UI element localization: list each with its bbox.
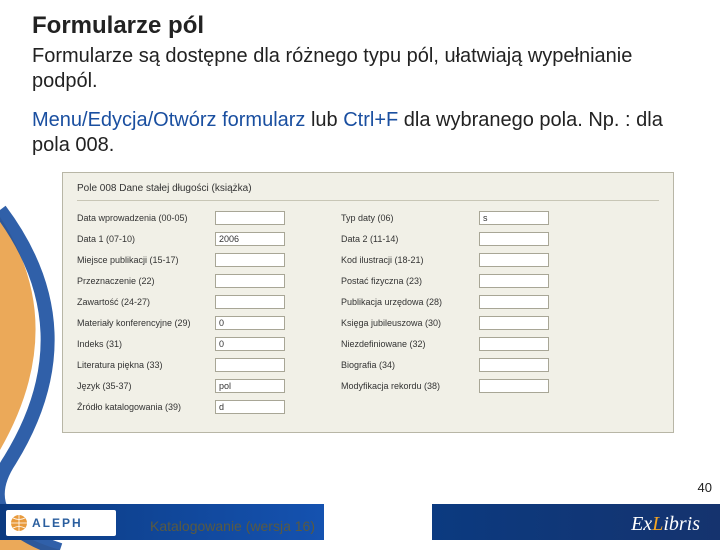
- field-input[interactable]: [215, 211, 285, 225]
- aleph-logo: ALEPH: [6, 510, 116, 536]
- field-label: Biografia (34): [341, 360, 471, 370]
- page-number: 40: [698, 480, 712, 495]
- field-input[interactable]: [215, 295, 285, 309]
- field-label: Indeks (31): [77, 339, 207, 349]
- field-input[interactable]: 2006: [215, 232, 285, 246]
- field-input[interactable]: s: [479, 211, 549, 225]
- exlibris-logo: ExLibris: [631, 513, 700, 536]
- field-label: Modyfikacja rekordu (38): [341, 381, 471, 391]
- field-label: Księga jubileuszowa (30): [341, 318, 471, 328]
- field-input[interactable]: d: [215, 400, 285, 414]
- field-label: Publikacja urzędowa (28): [341, 297, 471, 307]
- field-input[interactable]: 0: [215, 316, 285, 330]
- field-input[interactable]: pol: [215, 379, 285, 393]
- field-label: Niezdefiniowane (32): [341, 339, 471, 349]
- shortcut: Ctrl+F: [343, 109, 398, 131]
- field-input[interactable]: [479, 358, 549, 372]
- field-input[interactable]: [479, 253, 549, 267]
- field-input[interactable]: 0: [215, 337, 285, 351]
- field-label: Źródło katalogowania (39): [77, 402, 207, 412]
- field-label: Data wprowadzenia (00-05): [77, 213, 207, 223]
- field-label: Przeznaczenie (22): [77, 276, 207, 286]
- field-input[interactable]: [215, 274, 285, 288]
- form-grid: Data wprowadzenia (00-05)Typ daty (06)sD…: [77, 211, 659, 414]
- field-input[interactable]: [215, 253, 285, 267]
- field-input[interactable]: [479, 337, 549, 351]
- field-input[interactable]: [479, 274, 549, 288]
- field-label: Data 1 (07-10): [77, 234, 207, 244]
- form-panel: Pole 008 Dane stałej długości (książka) …: [62, 172, 674, 433]
- field-label: Materiały konferencyjne (29): [77, 318, 207, 328]
- field-label: Zawartość (24-27): [77, 297, 207, 307]
- field-label: Typ daty (06): [341, 213, 471, 223]
- globe-icon: [10, 514, 28, 532]
- field-label: Język (35-37): [77, 381, 207, 391]
- footer-text: Katalogowanie (wersja 16): [150, 518, 315, 534]
- field-input[interactable]: [215, 358, 285, 372]
- field-input[interactable]: [479, 316, 549, 330]
- field-label: Miejsce publikacji (15-17): [77, 255, 207, 265]
- slide-content: Formularze pól Formularze są dostępne dl…: [0, 0, 720, 433]
- field-input[interactable]: [479, 295, 549, 309]
- field-input[interactable]: [479, 232, 549, 246]
- slide-instruction: Menu/Edycja/Otwórz formularz lub Ctrl+F …: [32, 108, 692, 158]
- field-label: Literatura piękna (33): [77, 360, 207, 370]
- slide-description: Formularze są dostępne dla różnego typu …: [32, 44, 692, 94]
- form-title: Pole 008 Dane stałej długości (książka): [77, 183, 659, 201]
- field-input[interactable]: [479, 379, 549, 393]
- field-label: Postać fizyczna (23): [341, 276, 471, 286]
- menu-path: Menu/Edycja/Otwórz formularz: [32, 109, 305, 131]
- field-label: Data 2 (11-14): [341, 234, 471, 244]
- field-label: Kod ilustracji (18-21): [341, 255, 471, 265]
- slide-title: Formularze pól: [32, 12, 692, 40]
